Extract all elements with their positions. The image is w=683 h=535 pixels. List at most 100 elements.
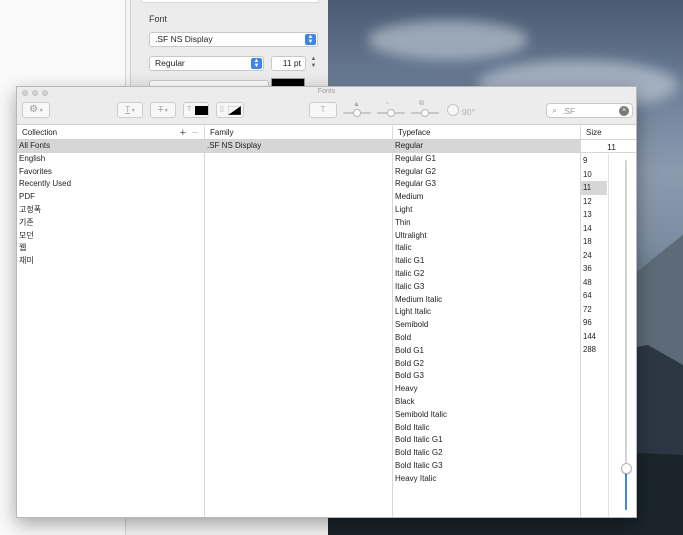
size-item[interactable]: 11 [581,181,607,195]
size-slider-knob[interactable] [621,463,632,474]
typeface-item[interactable]: Medium [393,191,580,204]
shadow-blur-slider-knob[interactable] [387,109,395,117]
chevron-down-icon: ▾ [38,108,43,114]
size-item[interactable]: 10 [581,168,607,182]
font-family-select[interactable]: .SF NS Display ▲ ▼ [149,32,318,47]
clear-search-icon[interactable]: × [619,106,629,116]
typeface-item[interactable]: Semibold [393,319,580,332]
typeface-item[interactable]: Bold G1 [393,345,580,358]
shadow-blur-icon: ▫ [386,100,389,107]
collection-column: Collection + − All Fonts English Favorites… [17,126,205,517]
typeface-item[interactable]: Medium Italic [393,294,580,307]
size-header-label: Size [586,128,602,137]
font-style-select[interactable]: Regular ▲ ▼ [149,56,264,71]
typeface-item[interactable]: Italic G3 [393,281,580,294]
chevron-updown-icon: ▲ ▼ [251,58,262,69]
shadow-angle-dial[interactable] [447,104,459,116]
size-item[interactable]: 96 [581,316,607,330]
strikethrough-menu-button[interactable]: T ▾ [150,102,176,118]
shadow-opacity-slider[interactable] [343,109,371,117]
typeface-item[interactable]: Black [393,396,580,409]
typeface-item[interactable]: Bold G2 [393,358,580,371]
size-item[interactable]: 72 [581,303,607,317]
typeface-item[interactable]: Bold Italic G2 [393,447,580,460]
typeface-item[interactable]: Thin [393,217,580,230]
font-search-field[interactable]: ⌕ × [546,103,633,118]
collection-item[interactable]: 고정폭 [17,204,204,217]
text-color-icon: T [187,106,192,113]
font-size-stepper[interactable]: ▲ ▼ [309,56,318,71]
typeface-item[interactable]: Bold G3 [393,370,580,383]
chevron-down-icon: ▾ [163,108,168,114]
window-title: Fonts [317,88,336,95]
shadow-offset-slider-knob[interactable] [421,109,429,117]
size-slider[interactable] [625,160,627,510]
collection-item[interactable]: English [17,153,204,166]
title-bar: Fonts [17,87,636,98]
typeface-item[interactable]: Regular G2 [393,166,580,179]
size-item[interactable]: 144 [581,330,607,344]
collection-item[interactable]: PDF [17,191,204,204]
collection-item[interactable]: All Fonts [17,140,204,153]
collection-item[interactable]: 모던 [17,230,204,243]
text-shadow-button[interactable]: T [309,102,337,118]
collection-item[interactable]: 재미 [17,255,204,268]
add-collection-button[interactable]: + [180,126,186,140]
size-item[interactable]: 64 [581,289,607,303]
size-item[interactable]: 12 [581,195,607,209]
typeface-item[interactable]: Bold Italic [393,422,580,435]
typeface-item[interactable]: Light [393,204,580,217]
size-item[interactable]: 13 [581,208,607,222]
document-icon: ▯ [220,106,224,113]
gear-icon: ⚙ [29,104,39,115]
family-list: .SF NS Display [205,140,392,153]
size-item[interactable]: 24 [581,249,607,263]
search-input[interactable] [562,105,614,116]
size-item[interactable]: 14 [581,222,607,236]
typeface-item[interactable]: Bold Italic G3 [393,460,580,473]
size-item[interactable]: 288 [581,343,607,357]
document-color-button[interactable]: ▯ [216,102,244,118]
typeface-item[interactable]: Heavy Italic [393,473,580,486]
font-section-label: Font [149,14,168,24]
chevron-down-icon: ▾ [130,108,135,114]
collection-header: Collection + − [17,126,204,140]
collection-item[interactable]: 웹 [17,242,204,255]
typeface-item[interactable]: Bold Italic G1 [393,434,580,447]
shadow-opacity-slider-knob[interactable] [353,109,361,117]
typeface-item[interactable]: Regular G1 [393,153,580,166]
underline-menu-button[interactable]: T ▾ [117,102,143,118]
text-color-button[interactable]: T [183,102,209,118]
typeface-item[interactable]: Italic G2 [393,268,580,281]
action-menu-button[interactable]: ⚙ ▾ [22,102,50,118]
typeface-item[interactable]: Light Italic [393,306,580,319]
typeface-item[interactable]: Heavy [393,383,580,396]
text-color-swatch [195,106,208,115]
inspector-top-strip [141,0,319,3]
font-size-field[interactable]: 11 pt [271,56,306,71]
size-item[interactable]: 48 [581,276,607,290]
family-item[interactable]: .SF NS Display [205,140,392,153]
typeface-item[interactable]: Ultralight [393,230,580,243]
collection-item[interactable]: Recently Used [17,178,204,191]
typeface-item[interactable]: Bold [393,332,580,345]
size-input[interactable]: 11 [581,141,636,153]
size-item[interactable]: 36 [581,262,607,276]
remove-collection-button[interactable]: − [192,126,198,140]
typeface-item[interactable]: Regular [393,140,580,153]
family-header-label: Family [210,128,234,137]
shadow-offset-icon: ⧉ [419,100,424,107]
typeface-header-label: Typeface [398,128,431,137]
typeface-item[interactable]: Semibold Italic [393,409,580,422]
typeface-item[interactable]: Regular G3 [393,178,580,191]
shadow-offset-slider[interactable] [411,109,439,117]
size-item[interactable]: 18 [581,235,607,249]
size-list-divider [608,154,609,517]
collection-item[interactable]: 기존 [17,217,204,230]
shadow-blur-slider[interactable] [377,109,405,117]
collection-item[interactable]: Favorites [17,166,204,179]
typeface-item[interactable]: Italic [393,242,580,255]
typeface-item[interactable]: Italic G1 [393,255,580,268]
chevron-updown-icon: ▲ ▼ [305,34,316,45]
size-item[interactable]: 9 [581,154,607,168]
